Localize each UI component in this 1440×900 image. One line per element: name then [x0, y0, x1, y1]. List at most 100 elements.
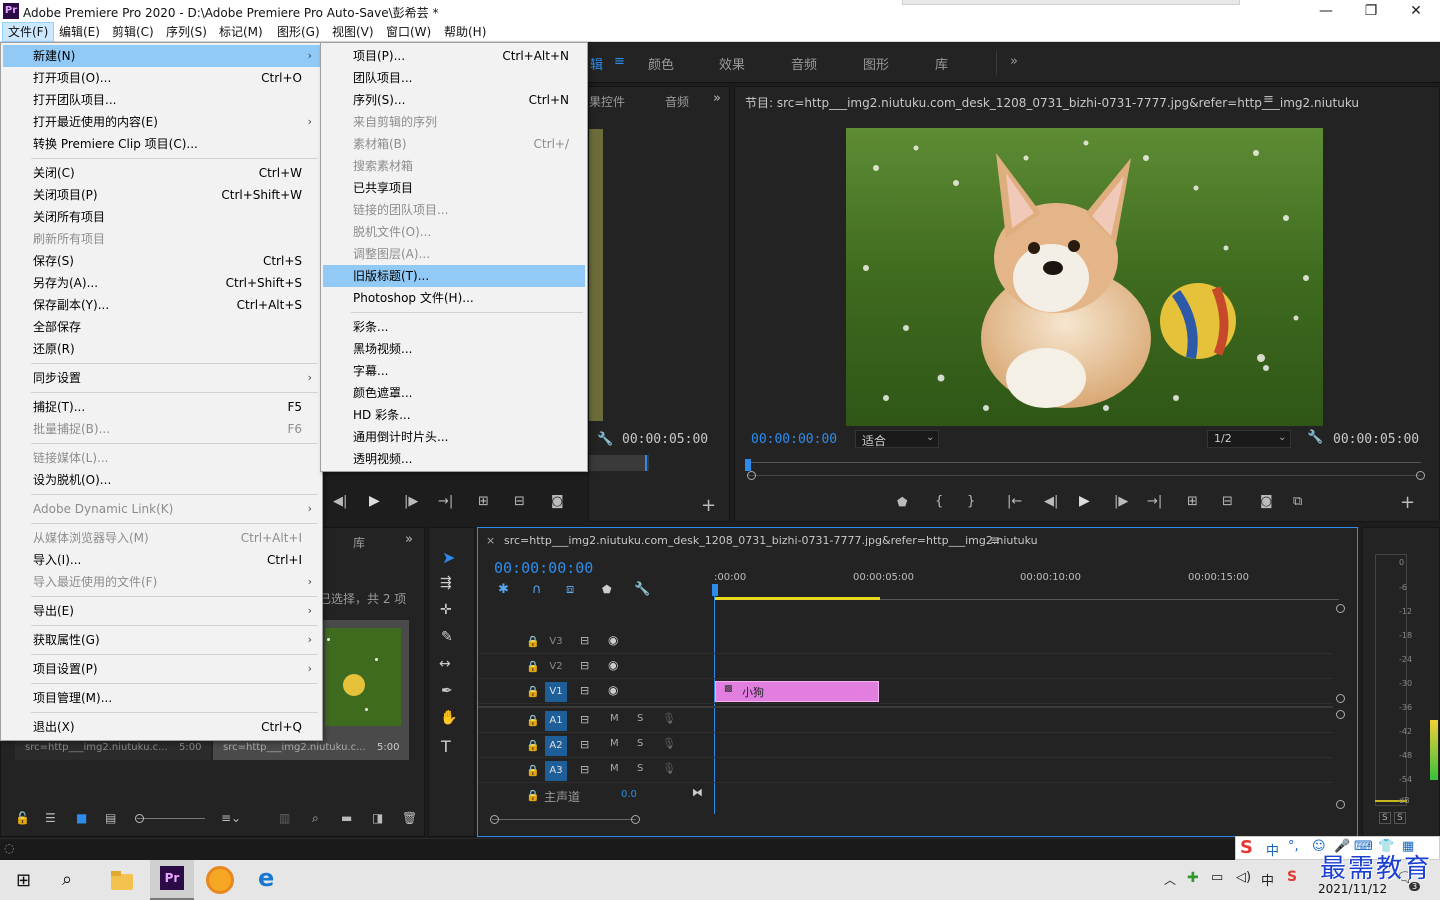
add-button-icon[interactable]: + — [701, 495, 716, 516]
sync-lock-icon[interactable]: ⊟ — [580, 634, 589, 647]
sync-lock-icon[interactable]: ⊟ — [580, 684, 589, 697]
minimize-button[interactable]: — — [1303, 0, 1349, 22]
zoom-slider-handle[interactable] — [135, 814, 144, 823]
maximize-button[interactable]: ❐ — [1348, 0, 1394, 22]
file-menu-item[interactable]: 新建(N) › — [3, 45, 320, 67]
timeline-menu-icon[interactable]: ≡ — [990, 533, 1000, 547]
hand-tool-icon[interactable]: ✋ — [440, 710, 457, 726]
menu-window[interactable]: 窗口(W) — [381, 22, 436, 42]
hscroll-handle-right[interactable] — [631, 815, 640, 824]
track-row-a1[interactable]: 🔒 A1 ⊟ M S 🎙 — [478, 709, 1333, 733]
step-back-icon[interactable]: ◀| — [1044, 494, 1058, 509]
play-icon[interactable]: ▶ — [1079, 493, 1090, 509]
new-submenu-item[interactable]: 颜色遮罩... — [323, 382, 585, 404]
track-label-a1[interactable]: A1 — [545, 711, 567, 731]
close-tab-icon[interactable]: × — [486, 534, 495, 547]
track-row-master[interactable]: 🔒 主声道 0.0 ⧓ — [478, 784, 1333, 808]
program-timecode[interactable]: 00:00:00:00 — [751, 432, 837, 447]
new-item-icon[interactable]: ◨ — [372, 811, 383, 825]
track-row-a2[interactable]: 🔒 A2 ⊟ M S 🎙 — [478, 734, 1333, 758]
lock-icon[interactable]: 🔓 — [15, 811, 30, 825]
file-menu-item[interactable]: 项目设置(P) › — [3, 658, 320, 680]
lock-icon[interactable]: 🔒 — [526, 764, 540, 777]
program-scrub-track[interactable] — [749, 462, 1421, 463]
snap-icon[interactable]: ∩ — [532, 582, 542, 597]
file-menu-item[interactable]: 全部保存 — [3, 316, 320, 338]
new-submenu-item[interactable]: 序列(S)... Ctrl+N — [323, 89, 585, 111]
windows-start-icon[interactable]: ⊞ — [16, 870, 31, 891]
tab-graphics[interactable]: 图形 — [863, 54, 889, 73]
lock-icon[interactable]: 🔒 — [526, 714, 540, 727]
more-workspaces-button[interactable]: » — [1010, 54, 1018, 69]
file-menu-item[interactable]: 捕捉(T)... F5 — [3, 396, 320, 418]
edge-browser-icon[interactable]: e — [258, 864, 274, 892]
add-marker-icon[interactable]: ⬟ — [897, 495, 907, 509]
solo-button[interactable]: S — [637, 738, 643, 749]
export-frame-icon[interactable]: ◙ — [1260, 494, 1273, 509]
vscroll-handle[interactable] — [1336, 694, 1345, 703]
fit-dropdown[interactable]: 适合 ⌄ — [855, 430, 939, 448]
sogou-logo-icon[interactable]: S — [1240, 837, 1253, 858]
file-menu-item[interactable]: 保存(S) Ctrl+S — [3, 250, 320, 272]
list-view-icon[interactable]: ☰ — [45, 811, 56, 825]
solo-left-button[interactable]: S — [1379, 812, 1391, 824]
file-menu-item[interactable]: 获取属性(G) › — [3, 629, 320, 651]
work-area-bar[interactable] — [714, 597, 880, 600]
tab-audio[interactable]: 音频 — [791, 54, 817, 73]
track-row-v1[interactable]: 🔒 V1 ⊟ ◉ ▩ 小狗 — [478, 680, 1333, 704]
network-icon[interactable]: ▭ — [1211, 870, 1223, 885]
tab-editing[interactable]: 辑 — [590, 54, 603, 73]
tab-libraries[interactable]: 库 — [935, 54, 948, 73]
slip-tool-icon[interactable]: ↔ — [439, 656, 451, 672]
lock-icon[interactable]: 🔒 — [526, 789, 540, 802]
razor-tool-icon[interactable]: ✎ — [441, 629, 453, 645]
tab-audio-mixer[interactable]: 音频 — [665, 93, 689, 110]
program-menu-icon[interactable]: ≡ — [1263, 92, 1274, 107]
comparison-view-icon[interactable]: ⧉ — [1293, 494, 1302, 509]
new-submenu-item[interactable]: 旧版标题(T)... — [323, 265, 585, 287]
trash-icon[interactable]: 🗑 — [402, 811, 417, 825]
wrench-icon[interactable]: 🔧 — [597, 432, 613, 447]
pen-tool-icon[interactable]: ✒ — [441, 683, 453, 699]
zoom-handle-left[interactable] — [747, 471, 756, 480]
new-submenu-item[interactable]: 彩条... — [323, 316, 585, 338]
automate-icon[interactable]: ▥ — [279, 811, 290, 825]
track-label-v3[interactable]: V3 — [545, 632, 567, 652]
mute-button[interactable]: M — [610, 763, 619, 774]
lift-icon[interactable]: ⊞ — [1187, 494, 1198, 509]
track-row-a3[interactable]: 🔒 A3 ⊟ M S 🎙 — [478, 759, 1333, 783]
add-button-icon[interactable]: + — [1400, 492, 1415, 513]
step-back-icon[interactable]: ◀| — [333, 494, 347, 509]
wrench-icon[interactable]: 🔧 — [1307, 430, 1323, 445]
track-label-a3[interactable]: A3 — [545, 761, 567, 781]
tab-effect-controls[interactable]: 果控件 — [589, 93, 625, 110]
hscroll-handle-left[interactable] — [490, 815, 499, 824]
file-menu-item[interactable]: 关闭所有项目 — [3, 206, 320, 228]
file-menu-item[interactable]: 另存为(A)... Ctrl+Shift+S — [3, 272, 320, 294]
eye-icon[interactable]: ◉ — [608, 683, 618, 697]
tab-effects[interactable]: 效果 — [719, 54, 745, 73]
add-marker-icon[interactable]: ⬟ — [602, 583, 612, 596]
track-label-v2[interactable]: V2 — [545, 657, 567, 677]
menu-edit[interactable]: 编辑(E) — [54, 22, 105, 42]
sogou-icon[interactable]: S — [1287, 869, 1297, 885]
timeline-clip[interactable]: ▩ 小狗 — [715, 681, 879, 702]
timeline-playhead-handle[interactable] — [712, 584, 718, 596]
new-submenu-item[interactable]: 字幕... — [323, 360, 585, 382]
file-menu-item[interactable]: 还原(R) — [3, 338, 320, 360]
solo-button[interactable]: S — [637, 713, 643, 724]
new-submenu-item[interactable]: 通用倒计时片头... — [323, 426, 585, 448]
type-tool-icon[interactable]: T — [441, 737, 451, 756]
mute-button[interactable]: M — [610, 738, 619, 749]
nest-icon[interactable]: ✱ — [498, 582, 509, 597]
resolution-dropdown[interactable]: 1/2 ⌄ — [1207, 430, 1291, 448]
microphone-icon[interactable]: 🎙 — [662, 762, 676, 775]
new-submenu-item[interactable]: HD 彩条... — [323, 404, 585, 426]
sort-icon[interactable]: ≡⌄ — [221, 811, 241, 825]
lock-icon[interactable]: 🔒 — [526, 739, 540, 752]
go-to-in-icon[interactable]: |← — [1007, 494, 1022, 509]
menu-sequence[interactable]: 序列(S) — [161, 22, 212, 42]
ime-chinese-mode[interactable]: 中 — [1266, 840, 1279, 859]
close-window-button[interactable]: ✕ — [1393, 0, 1439, 22]
solo-button[interactable]: S — [637, 763, 643, 774]
